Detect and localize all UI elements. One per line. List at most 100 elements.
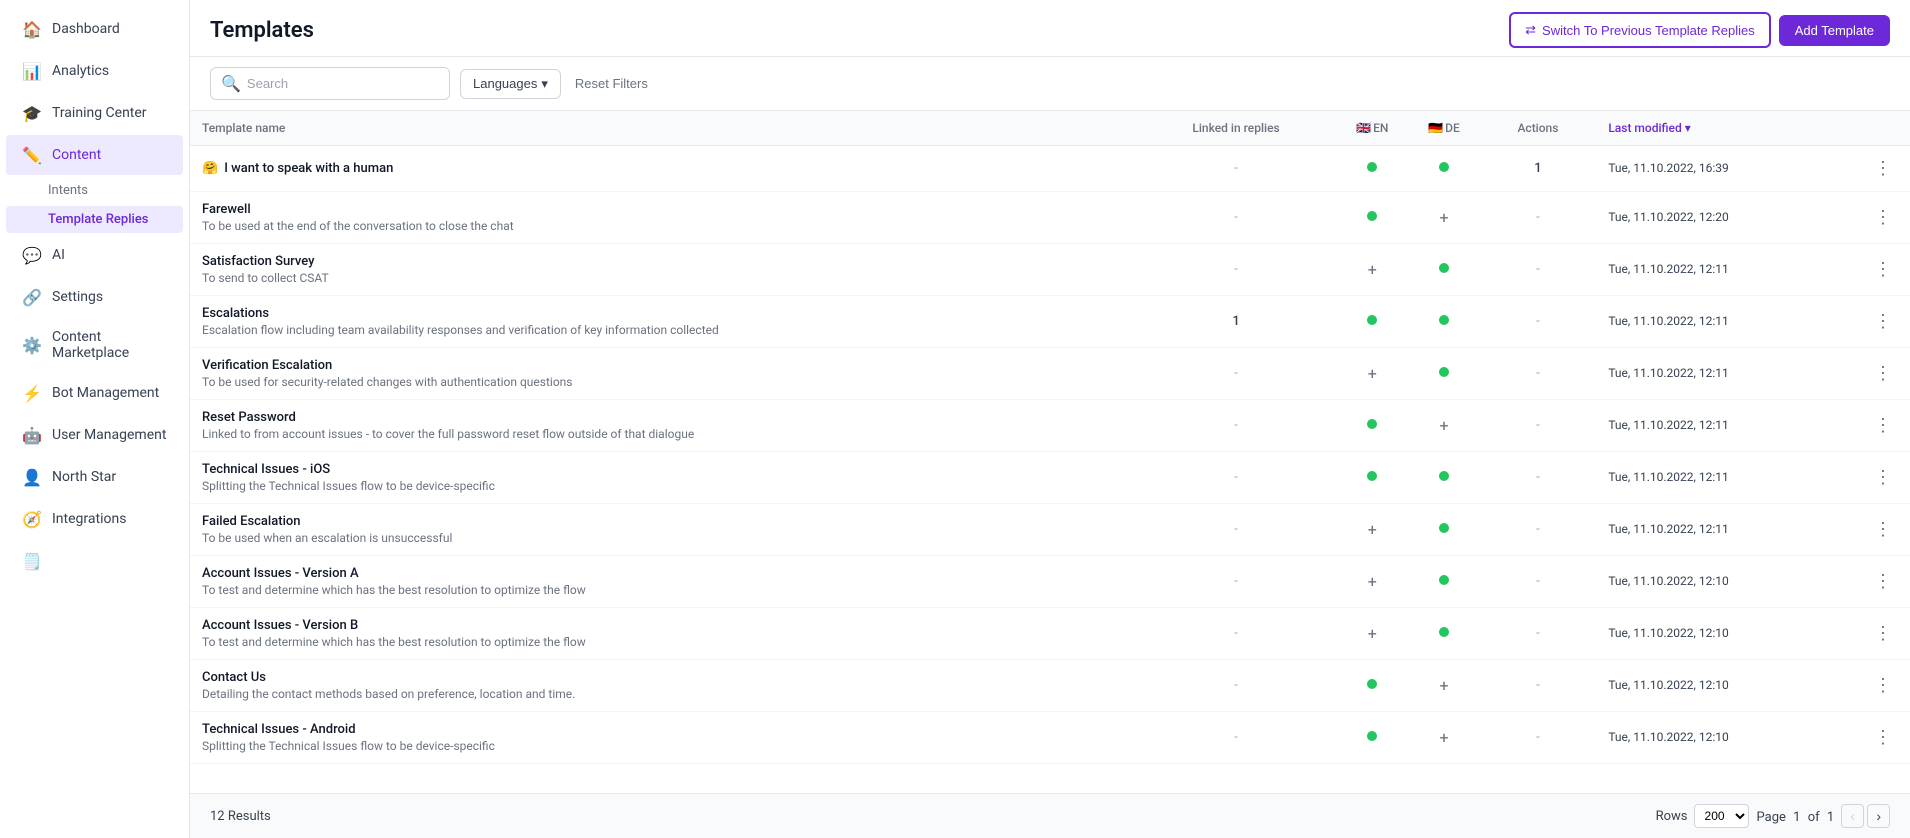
template-name-cell: Technical Issues - AndroidSplitting the … bbox=[190, 712, 1136, 764]
search-wrapper: 🔍 bbox=[210, 67, 450, 100]
en-plus[interactable]: + bbox=[1368, 572, 1377, 591]
de-plus[interactable]: + bbox=[1439, 208, 1448, 227]
de-cell: + bbox=[1408, 192, 1479, 244]
sidebar-item-settings[interactable]: ⚙️ Content Marketplace bbox=[6, 319, 183, 371]
sidebar-item-north-star[interactable]: 🧭 Integrations bbox=[6, 499, 183, 539]
sidebar-item-label: Training Center bbox=[52, 105, 147, 121]
linked-count: 1 bbox=[1232, 314, 1239, 329]
linked-cell: - bbox=[1136, 192, 1336, 244]
more-cell: ⋮ bbox=[1856, 244, 1910, 296]
en-plus[interactable]: + bbox=[1368, 624, 1377, 643]
more-cell: ⋮ bbox=[1856, 146, 1910, 192]
toolbar: 🔍 Languages ▾ Reset Filters bbox=[190, 57, 1910, 111]
more-button[interactable]: ⋮ bbox=[1868, 156, 1898, 181]
more-button[interactable]: ⋮ bbox=[1868, 725, 1898, 750]
sidebar-item-conversation-logs[interactable]: 💬 AI bbox=[6, 235, 183, 275]
more-button[interactable]: ⋮ bbox=[1868, 673, 1898, 698]
languages-button[interactable]: Languages ▾ bbox=[460, 69, 561, 99]
pagination: Rows 200 50 100 Page 1 of 1 ‹ › bbox=[1656, 804, 1890, 828]
more-button[interactable]: ⋮ bbox=[1868, 413, 1898, 438]
more-button[interactable]: ⋮ bbox=[1868, 569, 1898, 594]
col-more bbox=[1856, 111, 1910, 146]
de-dot bbox=[1439, 523, 1449, 533]
template-name: Account Issues - Version B bbox=[202, 618, 358, 633]
templates-table-container: Template name Linked in replies 🇬🇧 EN � bbox=[190, 111, 1910, 793]
template-name: Contact Us bbox=[202, 670, 266, 685]
more-button[interactable]: ⋮ bbox=[1868, 257, 1898, 282]
sidebar-item-dashboard[interactable]: 🏠 Dashboard bbox=[6, 9, 183, 49]
page-navigation: Page 1 of 1 ‹ › bbox=[1757, 804, 1890, 828]
prev-page-button[interactable]: ‹ bbox=[1841, 804, 1864, 828]
timestamp-cell: Tue, 11.10.2022, 12:10 bbox=[1596, 712, 1856, 764]
integrations-icon: 🗒️ bbox=[22, 551, 42, 571]
template-desc: To send to collect CSAT bbox=[202, 271, 1124, 285]
table-row: 🤗I want to speak with a human-1Tue, 11.1… bbox=[190, 146, 1910, 192]
more-button[interactable]: ⋮ bbox=[1868, 517, 1898, 542]
more-button[interactable]: ⋮ bbox=[1868, 205, 1898, 230]
actions-dash: - bbox=[1536, 730, 1540, 745]
col-template-name: Template name bbox=[190, 111, 1136, 146]
actions-dash: - bbox=[1536, 574, 1540, 589]
sidebar-item-content[interactable]: ✏️ Content bbox=[6, 135, 183, 175]
reset-filters-button[interactable]: Reset Filters bbox=[571, 70, 652, 97]
page-current: 1 bbox=[1793, 810, 1800, 825]
de-cell bbox=[1408, 504, 1479, 556]
template-desc: Splitting the Technical Issues flow to b… bbox=[202, 739, 1124, 753]
timestamp: Tue, 11.10.2022, 12:11 bbox=[1608, 522, 1728, 536]
timestamp: Tue, 11.10.2022, 12:11 bbox=[1608, 418, 1728, 432]
more-button[interactable]: ⋮ bbox=[1868, 465, 1898, 490]
sidebar-item-content-marketplace[interactable]: ⚡ Bot Management bbox=[6, 373, 183, 413]
languages-label: Languages bbox=[473, 76, 537, 91]
template-name-cell: Failed EscalationTo be used when an esca… bbox=[190, 504, 1136, 556]
more-button[interactable]: ⋮ bbox=[1868, 621, 1898, 646]
add-template-button[interactable]: Add Template bbox=[1779, 15, 1890, 46]
more-cell: ⋮ bbox=[1856, 348, 1910, 400]
more-button[interactable]: ⋮ bbox=[1868, 361, 1898, 386]
en-dot bbox=[1367, 162, 1377, 172]
de-dot bbox=[1439, 367, 1449, 377]
de-plus[interactable]: + bbox=[1439, 416, 1448, 435]
next-page-button[interactable]: › bbox=[1867, 804, 1890, 828]
sidebar-item-label: Content Marketplace bbox=[52, 329, 167, 361]
sidebar-item-training-center[interactable]: 🎓 Training Center bbox=[6, 93, 183, 133]
sidebar-item-bot-management[interactable]: 🤖 User Management bbox=[6, 415, 183, 455]
en-cell: + bbox=[1336, 608, 1408, 660]
row-emoji: 🤗 bbox=[202, 161, 218, 176]
en-plus[interactable]: + bbox=[1368, 364, 1377, 383]
sidebar-sub-item-template-replies[interactable]: Template Replies bbox=[6, 206, 183, 233]
de-plus[interactable]: + bbox=[1439, 676, 1448, 695]
sidebar-item-user-management[interactable]: 👤 North Star bbox=[6, 457, 183, 497]
sidebar-item-label: Bot Management bbox=[52, 385, 159, 401]
sidebar-sub-item-intents[interactable]: Intents bbox=[6, 177, 183, 204]
actions-cell: - bbox=[1480, 504, 1597, 556]
de-cell bbox=[1408, 146, 1479, 192]
template-desc: Splitting the Technical Issues flow to b… bbox=[202, 479, 1124, 493]
col-de: 🇩🇪 DE bbox=[1408, 111, 1479, 146]
timestamp: Tue, 11.10.2022, 12:10 bbox=[1608, 730, 1728, 744]
de-flag: 🇩🇪 bbox=[1428, 121, 1443, 135]
switch-template-button[interactable]: ⇄ Switch To Previous Template Replies bbox=[1509, 12, 1771, 48]
linked-cell: - bbox=[1136, 504, 1336, 556]
page-title: Templates bbox=[210, 18, 314, 43]
en-dot bbox=[1367, 419, 1377, 429]
sidebar-item-analytics[interactable]: 📊 Analytics bbox=[6, 51, 183, 91]
en-cell bbox=[1336, 400, 1408, 452]
search-input[interactable] bbox=[247, 76, 439, 91]
switch-button-label: Switch To Previous Template Replies bbox=[1542, 23, 1755, 38]
de-plus[interactable]: + bbox=[1439, 728, 1448, 747]
de-cell bbox=[1408, 452, 1479, 504]
sidebar-item-ai[interactable]: 🔗 Settings bbox=[6, 277, 183, 317]
table-header-row: Template name Linked in replies 🇬🇧 EN � bbox=[190, 111, 1910, 146]
reset-label: Reset Filters bbox=[575, 76, 648, 91]
more-button[interactable]: ⋮ bbox=[1868, 309, 1898, 334]
en-plus[interactable]: + bbox=[1368, 260, 1377, 279]
rows-per-page-select[interactable]: 200 50 100 bbox=[1694, 804, 1749, 828]
table-footer: 12 Results Rows 200 50 100 Page 1 of 1 ‹… bbox=[190, 793, 1910, 838]
timestamp-cell: Tue, 11.10.2022, 12:11 bbox=[1596, 452, 1856, 504]
timestamp: Tue, 11.10.2022, 16:39 bbox=[1608, 161, 1728, 175]
linked-cell: - bbox=[1136, 712, 1336, 764]
en-plus[interactable]: + bbox=[1368, 520, 1377, 539]
en-flag: 🇬🇧 bbox=[1356, 121, 1371, 135]
linked-dash: - bbox=[1234, 262, 1238, 277]
sidebar-item-integrations[interactable]: 🗒️ bbox=[6, 541, 183, 581]
